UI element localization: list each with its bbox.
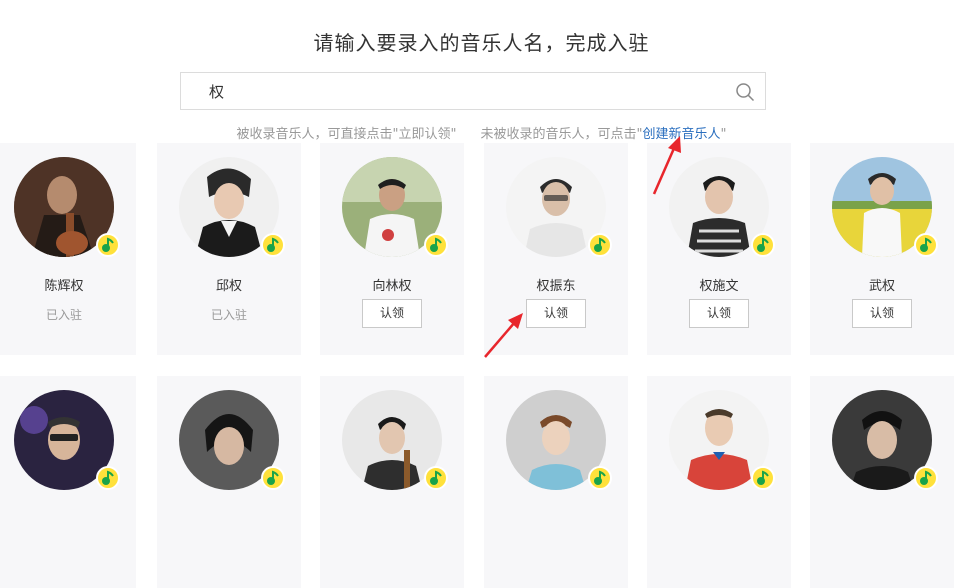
claim-button[interactable]: 认领 bbox=[689, 299, 749, 328]
hint-create-text: 未被收录的音乐人，可点击" bbox=[480, 127, 643, 142]
qq-music-badge-icon bbox=[96, 466, 120, 490]
qq-music-badge-icon bbox=[588, 233, 612, 257]
artist-name: 陈辉权 bbox=[44, 279, 84, 294]
artist-card[interactable]: 陈辉权 已入驻 bbox=[0, 143, 136, 355]
artist-card[interactable] bbox=[157, 376, 301, 588]
claim-button[interactable]: 认领 bbox=[362, 299, 422, 328]
artist-status: 已入驻 bbox=[210, 308, 247, 322]
search-input[interactable] bbox=[209, 80, 709, 102]
hint-quote-end: " bbox=[720, 127, 727, 142]
artist-search-box[interactable] bbox=[180, 72, 766, 110]
page-title: 请输入要录入的音乐人名，完成入驻 bbox=[313, 31, 650, 55]
claim-button[interactable]: 认领 bbox=[852, 299, 912, 328]
artist-name: 权施文 bbox=[699, 279, 739, 294]
hint-text: 被收录音乐人，可直接点击"立即认领" 未被收录的音乐人，可点击"创建新音乐人" bbox=[0, 123, 963, 142]
claim-button[interactable]: 认领 bbox=[526, 299, 586, 328]
artist-card[interactable] bbox=[647, 376, 791, 588]
artist-name: 武权 bbox=[868, 279, 895, 294]
artist-name: 权振东 bbox=[536, 279, 576, 294]
artist-name: 向林权 bbox=[372, 279, 412, 294]
search-icon[interactable] bbox=[735, 82, 755, 102]
artist-card[interactable] bbox=[484, 376, 628, 588]
artist-card[interactable]: 向林权 认领 bbox=[320, 143, 464, 355]
artist-card[interactable] bbox=[810, 376, 954, 588]
artist-card[interactable]: 武权 认领 bbox=[810, 143, 954, 355]
qq-music-badge-icon bbox=[424, 466, 448, 490]
qq-music-badge-icon bbox=[96, 233, 120, 257]
artist-name: 邱权 bbox=[215, 279, 242, 294]
artist-card[interactable] bbox=[0, 376, 136, 588]
qq-music-badge-icon bbox=[751, 233, 775, 257]
qq-music-badge-icon bbox=[914, 466, 938, 490]
artist-card[interactable]: 邱权 已入驻 bbox=[157, 143, 301, 355]
qq-music-badge-icon bbox=[261, 466, 285, 490]
hint-claim-text: 被收录音乐人，可直接点击"立即认领" bbox=[236, 127, 457, 142]
qq-music-badge-icon bbox=[424, 233, 448, 257]
qq-music-badge-icon bbox=[751, 466, 775, 490]
artist-status: 已入驻 bbox=[45, 308, 82, 322]
qq-music-badge-icon bbox=[261, 233, 285, 257]
annotation-arrow-icon bbox=[484, 313, 523, 358]
qq-music-badge-icon bbox=[914, 233, 938, 257]
annotation-arrow-icon bbox=[652, 136, 681, 195]
artist-card[interactable] bbox=[320, 376, 464, 588]
qq-music-badge-icon bbox=[588, 466, 612, 490]
